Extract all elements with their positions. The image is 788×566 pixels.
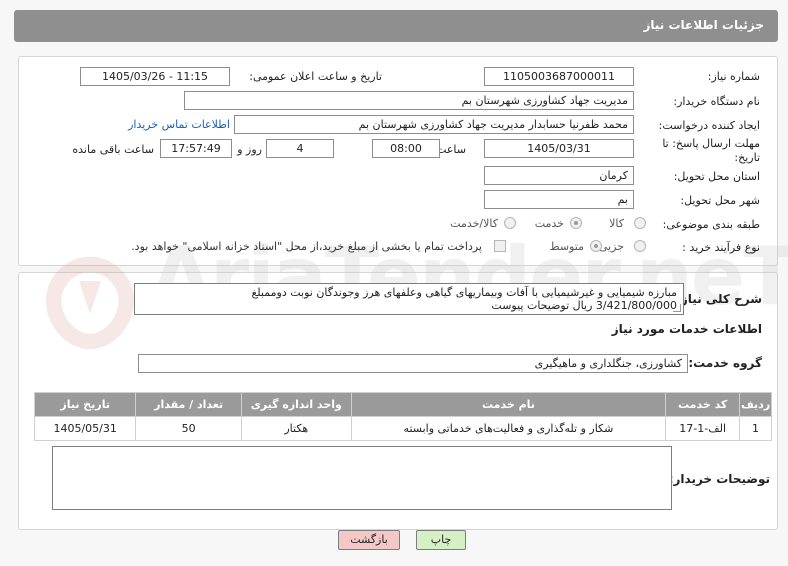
city-label: شهر محل تحویل: bbox=[680, 194, 760, 207]
days-label: روز و bbox=[237, 143, 262, 156]
city-field: بم bbox=[484, 190, 634, 209]
category-label: طبقه بندی موضوعی: bbox=[662, 218, 760, 231]
service-group-field: کشاورزی، جنگلداری و ماهیگیری bbox=[138, 354, 688, 373]
days-count-field: 4 bbox=[266, 139, 334, 158]
process-radio-medium[interactable] bbox=[590, 240, 602, 252]
description-line-1: مبارزه شیمیایی و غیرشیمیایی با آفات وبیم… bbox=[251, 286, 677, 299]
col-quantity: تعداد / مقدار bbox=[135, 392, 242, 417]
description-line-2: 3/421/800/000 ریال توضیحات پیوست bbox=[491, 299, 677, 312]
category-radio-service[interactable] bbox=[570, 217, 582, 229]
services-table: ردیف کد خدمت نام خدمت واحد اندازه گیری ت… bbox=[33, 392, 772, 441]
province-label: استان محل تحویل: bbox=[673, 170, 760, 183]
cell-date: 1405/05/31 bbox=[33, 416, 137, 441]
resize-grip-icon[interactable] bbox=[673, 304, 681, 312]
announce-label: تاریخ و ساعت اعلان عمومی: bbox=[249, 70, 382, 83]
category-option-service: خدمت bbox=[534, 217, 564, 230]
remaining-label: ساعت باقی مانده bbox=[72, 143, 154, 156]
deadline-time-field: 08:00 bbox=[372, 139, 440, 158]
cell-quantity: 50 bbox=[135, 416, 242, 441]
creator-label: ایجاد کننده درخواست: bbox=[658, 119, 760, 132]
need-number-field: 1105003687000011 bbox=[484, 67, 634, 86]
category-option-goods-service: کالا/خدمت bbox=[450, 217, 498, 230]
print-button[interactable]: چاپ bbox=[416, 530, 466, 550]
services-table-header: ردیف کد خدمت نام خدمت واحد اندازه گیری ت… bbox=[33, 392, 772, 417]
deadline-label-1: مهلت ارسال پاسخ: تا bbox=[662, 137, 760, 150]
col-date: تاریخ نیاز bbox=[33, 392, 137, 417]
description-box: مبارزه شیمیایی و غیرشیمیایی با آفات وبیم… bbox=[134, 283, 684, 315]
buyer-notes-box[interactable] bbox=[52, 446, 672, 510]
time-label: ساعت bbox=[436, 143, 466, 156]
province-field: کرمان bbox=[484, 166, 634, 185]
description-label: شرح کلی نیاز: bbox=[676, 292, 762, 306]
contact-info-link[interactable]: اطلاعات تماس خریدار bbox=[128, 118, 230, 131]
cell-row: 1 bbox=[739, 416, 772, 441]
deadline-label-2: تاریخ: bbox=[734, 151, 760, 164]
page-title: جزئیات اطلاعات نیاز bbox=[643, 18, 764, 32]
cell-name: شکار و تله‌گذاری و فعالیت‌های خدماتی واب… bbox=[350, 416, 667, 441]
table-row: 1 الف-1-17 شکار و تله‌گذاری و فعالیت‌های… bbox=[33, 416, 772, 441]
process-option-medium: متوسط bbox=[549, 240, 584, 253]
category-option-goods: کالا bbox=[609, 217, 624, 230]
need-number-label: شماره نیاز: bbox=[707, 70, 760, 83]
process-option-minor: جزیی bbox=[598, 240, 624, 253]
announce-field: 1405/03/26 - 11:15 bbox=[80, 67, 230, 86]
col-row: ردیف bbox=[739, 392, 772, 417]
header-bar: جزئیات اطلاعات نیاز bbox=[14, 10, 778, 42]
process-label: نوع فرآیند خرید : bbox=[682, 241, 760, 254]
creator-field: محمد ظفرنیا حسابدار مدیریت جهاد کشاورزی … bbox=[234, 115, 634, 134]
buyer-org-label: نام دستگاه خریدار: bbox=[673, 95, 760, 108]
back-button[interactable]: بازگشت bbox=[338, 530, 400, 550]
cell-unit: هکتار bbox=[240, 416, 352, 441]
payment-note: پرداخت تمام یا بخشی از مبلغ خرید،از محل … bbox=[131, 240, 482, 253]
cell-code: الف-1-17 bbox=[665, 416, 741, 441]
remaining-time-field: 17:57:49 bbox=[160, 139, 232, 158]
service-group-label: گروه خدمت: bbox=[688, 356, 762, 370]
details-panel bbox=[18, 56, 778, 266]
col-unit: واحد اندازه گیری bbox=[240, 392, 352, 417]
category-radio-goods[interactable] bbox=[634, 217, 646, 229]
process-radio-minor[interactable] bbox=[634, 240, 646, 252]
category-radio-goods-service[interactable] bbox=[504, 217, 516, 229]
services-section-title: اطلاعات خدمات مورد نیاز bbox=[611, 322, 762, 336]
col-name: نام خدمت bbox=[350, 392, 667, 417]
treasury-checkbox[interactable] bbox=[494, 240, 506, 252]
col-code: کد خدمت bbox=[665, 392, 741, 417]
buyer-notes-label: توضیحات خریدار: bbox=[668, 472, 770, 486]
deadline-date-field: 1405/03/31 bbox=[484, 139, 634, 158]
buyer-org-field: مدیریت جهاد کشاورزی شهرستان بم bbox=[184, 91, 634, 110]
